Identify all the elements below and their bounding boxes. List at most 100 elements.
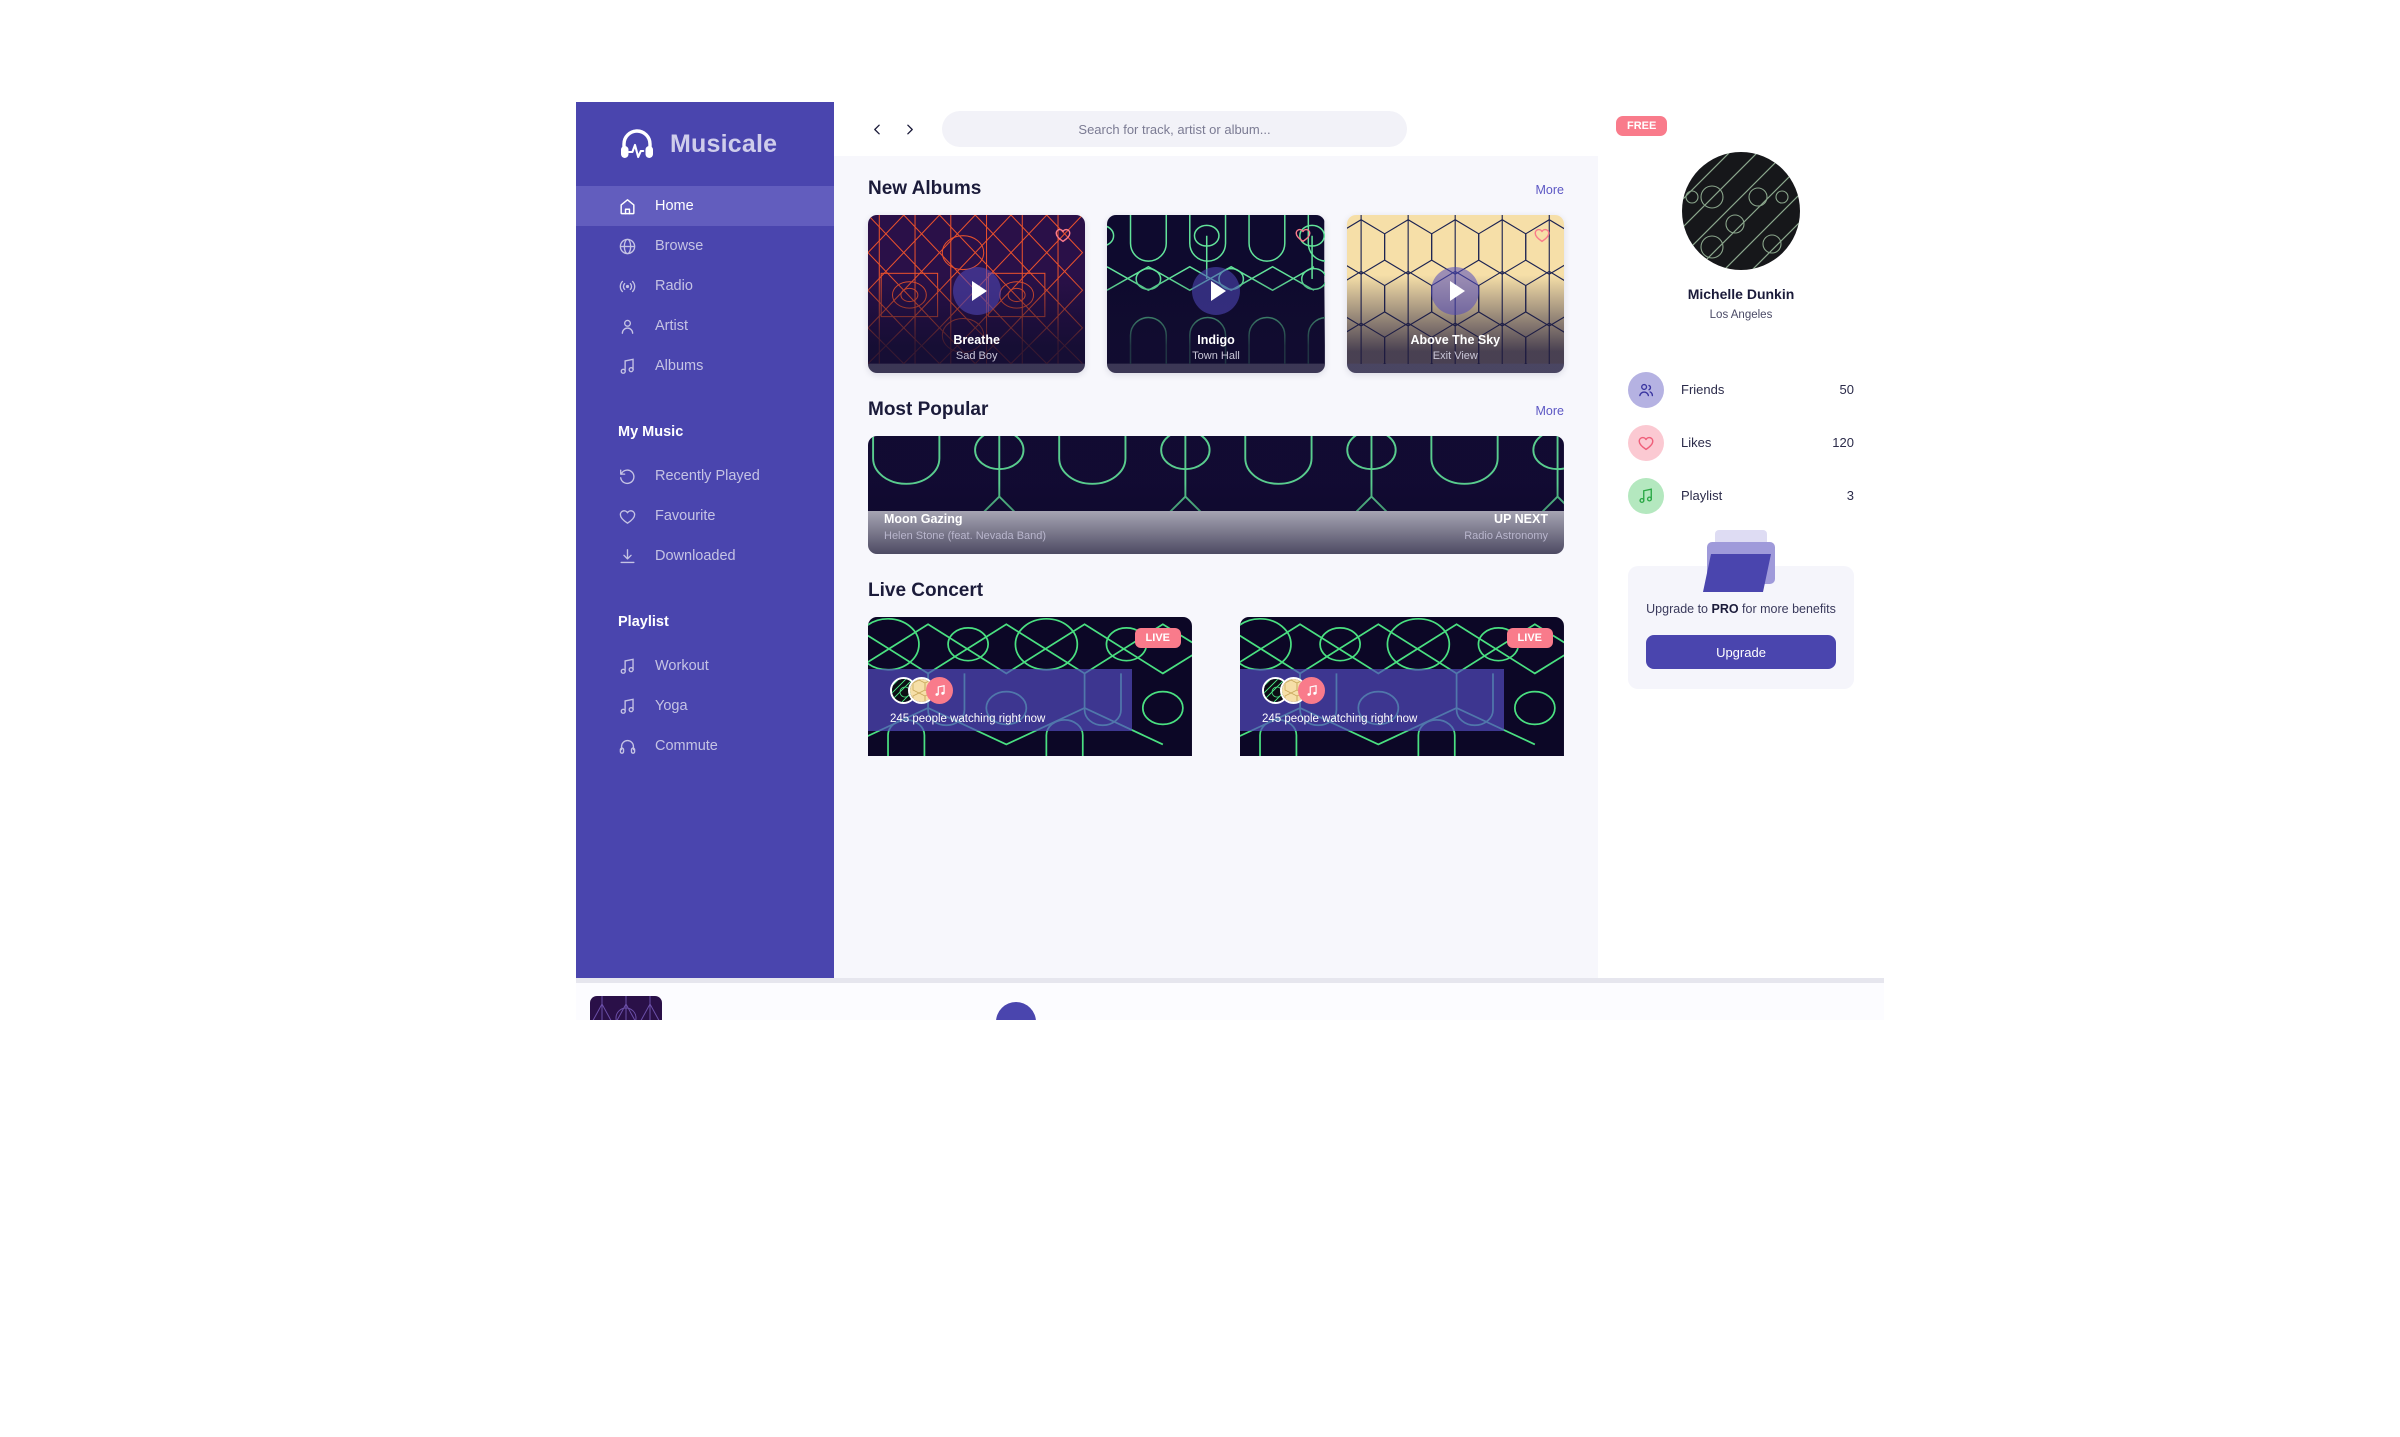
sidebar-item-recently-played[interactable]: Recently Played xyxy=(576,456,834,496)
live-badge: LIVE xyxy=(1134,628,1181,648)
live-watching-count: 245 people watching right now xyxy=(1262,713,1418,725)
heart-icon xyxy=(1628,424,1664,461)
headphones-waveform-icon xyxy=(616,123,658,165)
upgrade-text-before: Upgrade to xyxy=(1646,602,1712,616)
sidebar-item-yoga[interactable]: Yoga xyxy=(576,686,834,726)
banner-track-artist: Helen Stone (feat. Nevada Band) xyxy=(884,530,1047,542)
live-concert-card[interactable]: LIVE 245 people watching right now xyxy=(868,617,1192,770)
banner-track-title: Moon Gazing xyxy=(884,512,963,526)
sidebar-item-radio[interactable]: Radio xyxy=(576,266,834,306)
album-artist: Sad Boy xyxy=(955,350,998,362)
sidebar: Musicale Home Browse Radio Artist Albums… xyxy=(576,102,834,992)
live-concert-card[interactable]: LIVE 245 people watching right now xyxy=(1240,617,1564,770)
sidebar-item-browse[interactable]: Browse xyxy=(576,226,834,266)
viewer-avatars xyxy=(890,677,953,704)
album-artist: Exit View xyxy=(1432,350,1478,362)
new-albums-list: Breathe Sad Boy Indigo Town Hall Above T… xyxy=(868,215,1564,373)
most-popular-header: Most Popular More xyxy=(868,399,1564,421)
up-next-title: Radio Astronomy xyxy=(1464,530,1548,542)
sidebar-item-label: Workout xyxy=(655,658,709,674)
sidebar-item-albums[interactable]: Albums xyxy=(576,346,834,386)
stat-value: 120 xyxy=(1832,435,1854,450)
album-meta: Indigo Town Hall xyxy=(1107,333,1324,362)
stat-value: 3 xyxy=(1846,488,1854,503)
new-albums-header: New Albums More xyxy=(868,178,1564,200)
live-concert-list: LIVE 245 people watching right now LIVE … xyxy=(868,617,1564,770)
history-icon xyxy=(618,467,637,486)
banner-now-playing: Moon Gazing Helen Stone (feat. Nevada Ba… xyxy=(884,512,1046,542)
profile-panel: FREE Michelle Dunkin Los Angeles Friends… xyxy=(1598,102,1884,992)
sidebar-section-playlist: Playlist xyxy=(618,614,669,630)
search-input[interactable] xyxy=(942,111,1407,147)
album-title: Breathe xyxy=(953,333,1000,347)
sidebar-item-commute[interactable]: Commute xyxy=(576,726,834,766)
most-popular-banner[interactable]: Moon Gazing Helen Stone (feat. Nevada Ba… xyxy=(868,436,1564,554)
heart-icon[interactable] xyxy=(1533,226,1551,244)
section-title-live-concert: Live Concert xyxy=(868,580,984,601)
album-title: Above The Sky xyxy=(1410,333,1501,347)
upgrade-card: Upgrade to PRO for more benefits Upgrade xyxy=(1628,530,1854,690)
sidebar-item-artist[interactable]: Artist xyxy=(576,306,834,346)
avatar[interactable] xyxy=(1682,152,1800,270)
friends-icon xyxy=(1628,371,1664,408)
sidebar-item-label: Downloaded xyxy=(655,548,736,564)
sidebar-item-downloaded[interactable]: Downloaded xyxy=(576,536,834,576)
radio-wave-icon xyxy=(618,277,637,296)
sidebar-item-label: Recently Played xyxy=(655,468,760,484)
live-watching-count: 245 people watching right now xyxy=(890,713,1046,725)
sidebar-item-workout[interactable]: Workout xyxy=(576,646,834,686)
home-icon xyxy=(618,197,637,216)
avatar-music-icon xyxy=(926,677,953,704)
stat-row-friends[interactable]: Friends 50 xyxy=(1628,363,1854,416)
album-card[interactable]: Breathe Sad Boy xyxy=(868,215,1086,373)
sidebar-section-my-music: My Music xyxy=(618,424,684,440)
sidebar-item-label: Favourite xyxy=(655,508,716,524)
globe-icon xyxy=(618,237,637,256)
player-track-thumbnail xyxy=(590,996,662,1020)
chevron-right-icon xyxy=(903,123,916,136)
album-card[interactable]: Indigo Town Hall xyxy=(1107,215,1325,373)
music-note-icon xyxy=(618,357,637,376)
forward-button[interactable] xyxy=(898,118,920,140)
album-title: Indigo xyxy=(1197,333,1235,347)
player-divider xyxy=(576,978,1884,983)
album-card[interactable]: Above The Sky Exit View xyxy=(1346,215,1564,373)
heart-icon xyxy=(618,507,637,526)
music-note-icon xyxy=(618,657,637,676)
upgrade-button[interactable]: Upgrade xyxy=(1646,635,1836,670)
album-artist: Town Hall xyxy=(1192,350,1240,362)
sidebar-item-label: Home xyxy=(655,198,694,214)
profile-location: Los Angeles xyxy=(1709,309,1773,321)
most-popular-more-link[interactable]: More xyxy=(1536,404,1564,418)
sidebar-item-label: Commute xyxy=(655,738,718,754)
play-icon[interactable] xyxy=(1191,266,1240,315)
sidebar-item-home[interactable]: Home xyxy=(576,186,834,226)
chevron-left-icon xyxy=(871,123,884,136)
main-column: New Albums More xyxy=(834,102,1598,992)
live-concert-header: Live Concert xyxy=(868,580,1564,602)
top-bar xyxy=(834,102,1598,156)
album-meta: Breathe Sad Boy xyxy=(868,333,1085,362)
brand-logo[interactable]: Musicale xyxy=(576,102,834,186)
stat-row-likes[interactable]: Likes 120 xyxy=(1628,416,1854,469)
sidebar-item-favourite[interactable]: Favourite xyxy=(576,496,834,536)
stat-label: Likes xyxy=(1681,435,1712,450)
play-icon[interactable] xyxy=(952,266,1001,315)
heart-icon[interactable] xyxy=(1294,226,1312,244)
back-button[interactable] xyxy=(866,118,888,140)
profile-stats: Friends 50 Likes 120 Playlist 3 xyxy=(1628,363,1854,522)
music-app-window: Musicale Home Browse Radio Artist Albums… xyxy=(576,102,1884,992)
music-note-icon xyxy=(618,697,637,716)
heart-icon[interactable] xyxy=(1054,226,1072,244)
play-icon[interactable] xyxy=(1431,266,1480,315)
upgrade-text-bold: PRO xyxy=(1711,602,1739,616)
stat-value: 50 xyxy=(1839,382,1854,397)
player-play-button[interactable] xyxy=(996,1002,1036,1020)
section-title-most-popular: Most Popular xyxy=(868,399,989,420)
person-icon xyxy=(618,317,637,336)
stat-row-playlist[interactable]: Playlist 3 xyxy=(1628,469,1854,522)
sidebar-item-label: Albums xyxy=(655,358,704,374)
new-albums-more-link[interactable]: More xyxy=(1536,183,1564,197)
avatar-music-icon xyxy=(1298,677,1325,704)
profile-name: Michelle Dunkin xyxy=(1687,286,1795,302)
